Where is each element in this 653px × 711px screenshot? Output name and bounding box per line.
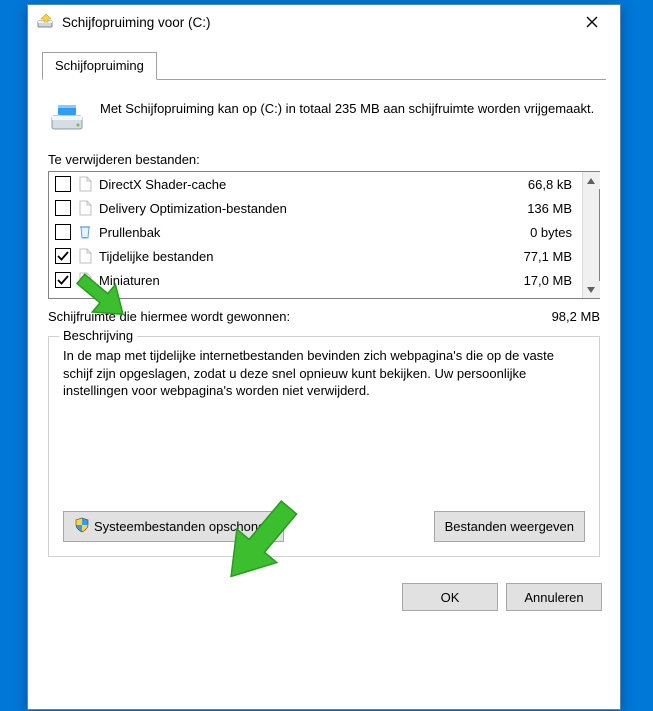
disk-cleanup-dialog: Schijfopruiming voor (C:) Schijfopruimin… (27, 4, 621, 710)
shield-icon (74, 517, 90, 536)
drive-icon (48, 98, 88, 138)
checkbox[interactable] (55, 224, 71, 240)
titlebar[interactable]: Schijfopruiming voor (C:) (28, 5, 620, 39)
file-size: 66,8 kB (506, 177, 576, 192)
checkbox[interactable] (55, 200, 71, 216)
scrollbar[interactable] (582, 172, 599, 298)
description-legend: Beschrijving (59, 328, 137, 343)
window-title: Schijfopruiming voor (C:) (62, 15, 211, 30)
intro-text: Met Schijfopruiming kan op (C:) in totaa… (100, 98, 594, 138)
tab-disk-cleanup[interactable]: Schijfopruiming (42, 52, 157, 80)
view-files-label: Bestanden weergeven (445, 519, 574, 534)
scroll-down-button[interactable] (583, 281, 600, 298)
gain-value: 98,2 MB (552, 309, 600, 324)
gain-row: Schijfruimte die hiermee wordt gewonnen:… (48, 309, 600, 324)
file-name: Delivery Optimization-bestanden (99, 201, 500, 216)
cancel-button[interactable]: Annuleren (506, 583, 602, 611)
list-item[interactable]: Prullenbak 0 bytes (49, 220, 582, 244)
list-item[interactable]: DirectX Shader-cache 66,8 kB (49, 172, 582, 196)
list-item[interactable]: Delivery Optimization-bestanden 136 MB (49, 196, 582, 220)
file-name: DirectX Shader-cache (99, 177, 500, 192)
scroll-up-button[interactable] (583, 172, 600, 189)
clean-system-files-label: Systeembestanden opschonen (94, 519, 273, 534)
clean-system-files-button[interactable]: Systeembestanden opschonen (63, 511, 284, 542)
close-button[interactable] (572, 8, 612, 36)
file-size: 77,1 MB (506, 249, 576, 264)
file-size: 17,0 MB (506, 273, 576, 288)
checkbox[interactable] (55, 176, 71, 192)
ok-button[interactable]: OK (402, 583, 498, 611)
file-name: Miniaturen (99, 273, 500, 288)
file-name: Prullenbak (99, 225, 500, 240)
file-list: DirectX Shader-cache 66,8 kB Delivery Opti… (48, 171, 600, 299)
description-text: In de map met tijdelijke internetbestand… (63, 347, 585, 497)
file-icon (77, 247, 93, 265)
file-name: Tijdelijke bestanden (99, 249, 500, 264)
files-label: Te verwijderen bestanden: (48, 152, 600, 167)
file-size: 0 bytes (506, 225, 576, 240)
tabstrip: Schijfopruiming (42, 51, 606, 80)
file-icon (77, 271, 93, 289)
checkbox[interactable] (55, 248, 71, 264)
view-files-button[interactable]: Bestanden weergeven (434, 511, 585, 542)
description-fieldset: Beschrijving In de map met tijdelijke in… (48, 336, 600, 557)
list-item[interactable]: Tijdelijke bestanden 77,1 MB (49, 244, 582, 268)
drive-cleanup-icon (36, 12, 56, 32)
file-icon (77, 175, 93, 193)
file-icon (77, 199, 93, 217)
recycle-bin-icon (77, 223, 93, 241)
checkbox[interactable] (55, 272, 71, 288)
gain-label: Schijfruimte die hiermee wordt gewonnen: (48, 309, 290, 324)
file-size: 136 MB (506, 201, 576, 216)
list-item[interactable]: Miniaturen 17,0 MB (49, 268, 582, 292)
intro-row: Met Schijfopruiming kan op (C:) in totaa… (48, 98, 600, 138)
